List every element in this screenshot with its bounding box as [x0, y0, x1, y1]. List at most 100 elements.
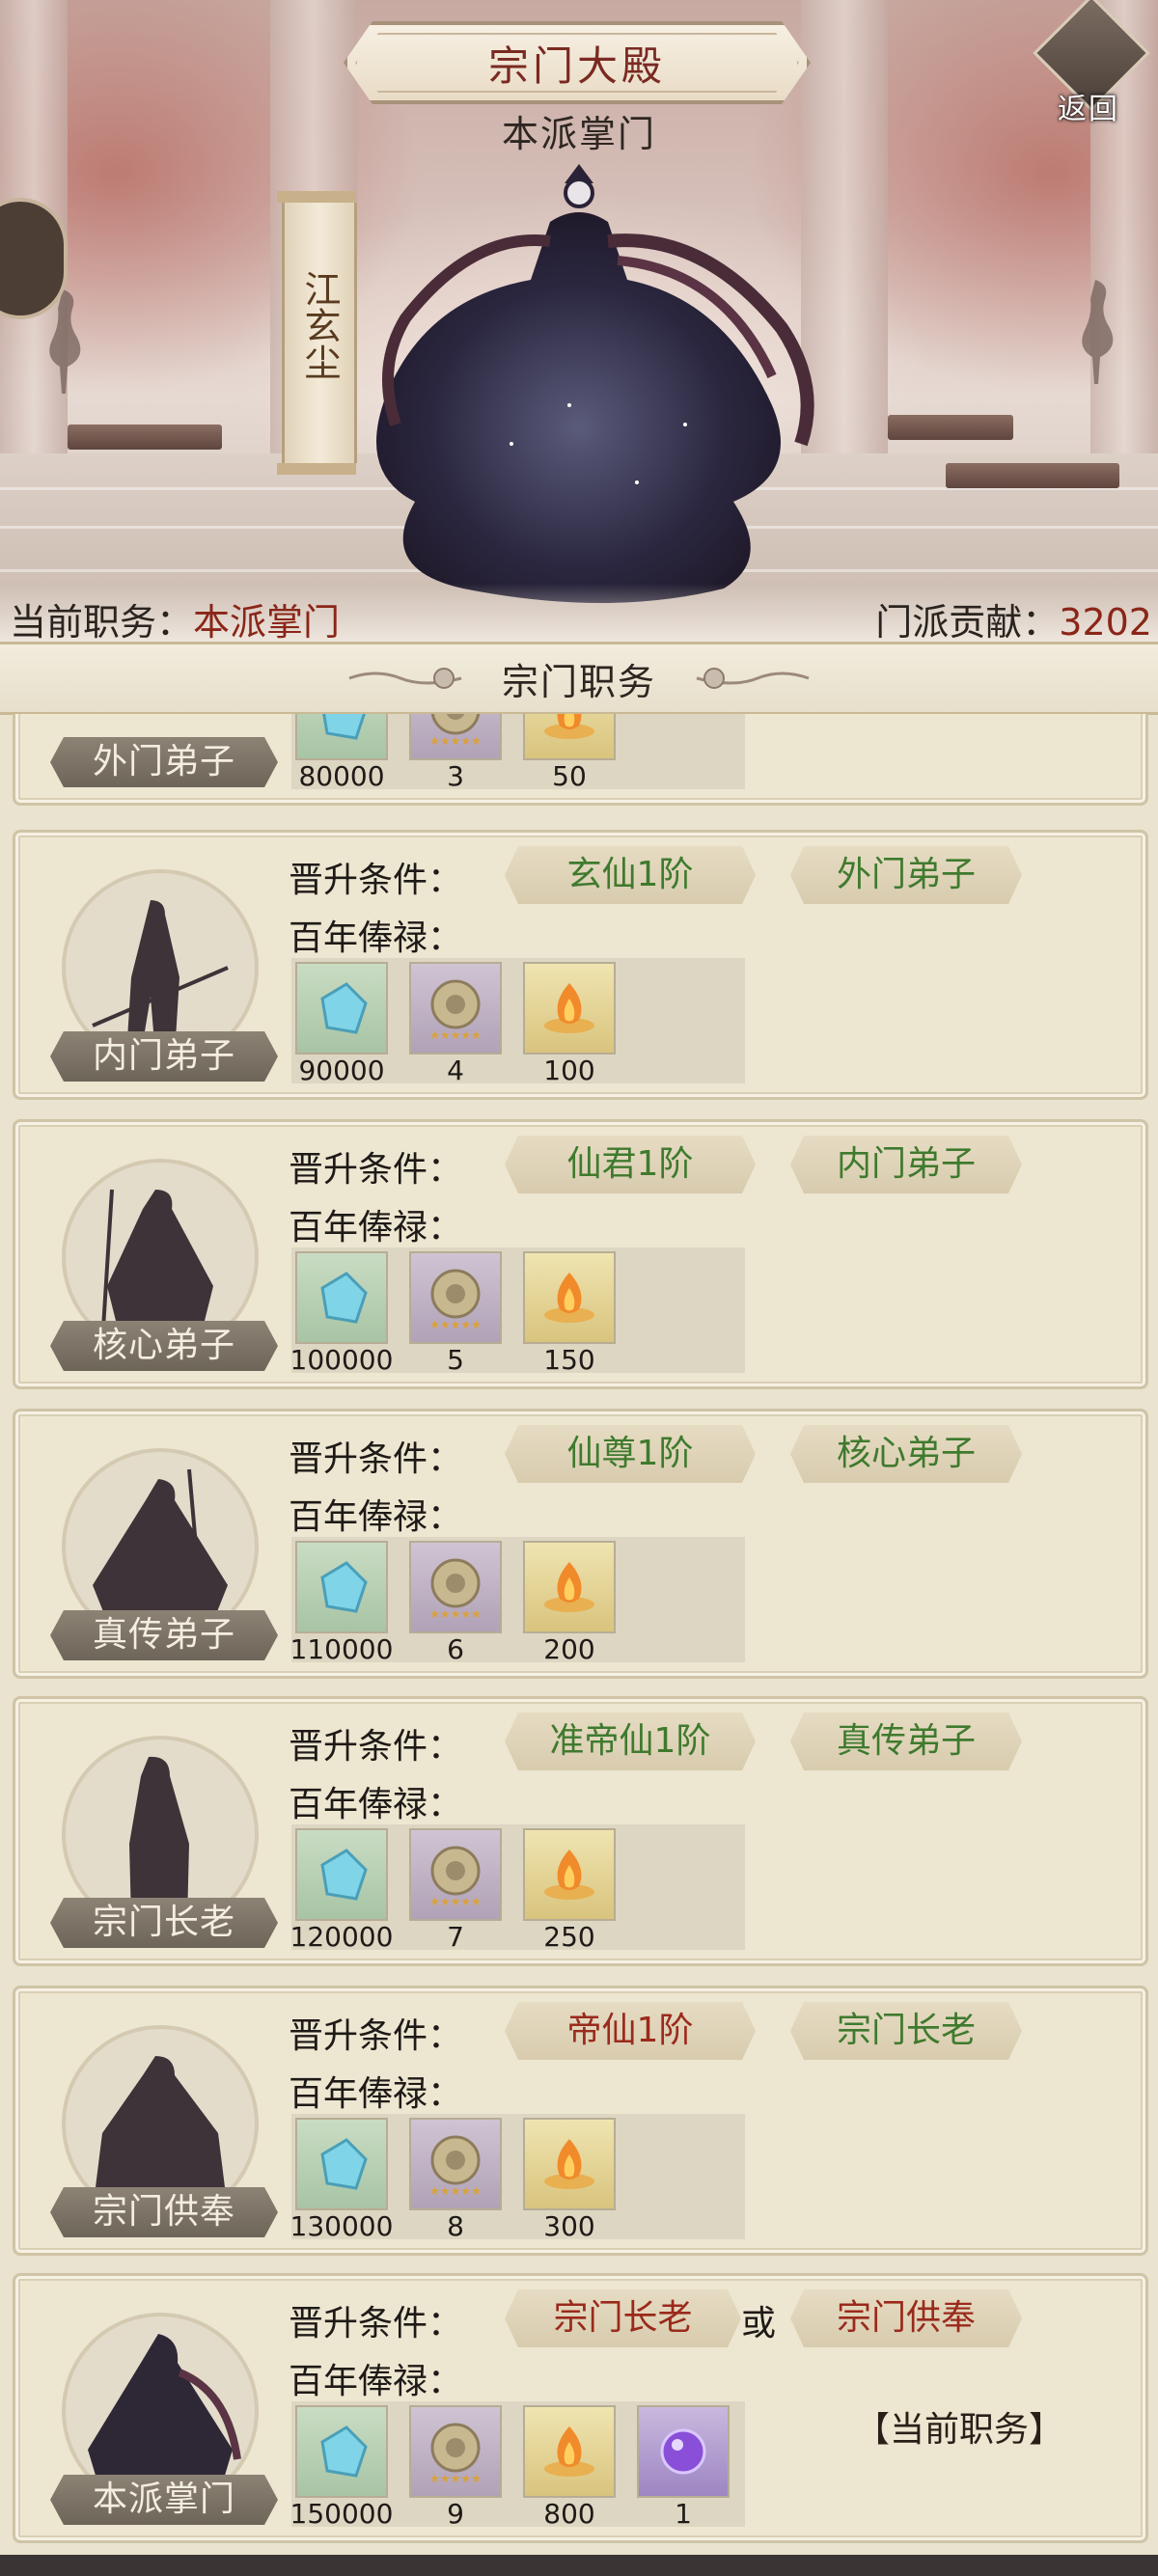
- cloud-ornament-icon: [696, 668, 810, 689]
- star-orb-icon[interactable]: ★★★★★: [409, 2405, 502, 2498]
- spirit-stone-icon[interactable]: [295, 1828, 388, 1921]
- salary-label: 百年俸禄：: [289, 1208, 463, 1247]
- reward-quantity: 150: [543, 1344, 595, 1376]
- requirement-tag: 玄仙1阶: [505, 846, 756, 904]
- current-position-value: 本派掌门: [193, 601, 341, 644]
- star-orb-icon[interactable]: ★★★★★: [409, 2118, 502, 2210]
- current-position-marker: 【当前职务】: [855, 2410, 1064, 2450]
- reward-quantity: 6: [447, 1633, 464, 1665]
- reward-quantity: 4: [447, 1055, 464, 1086]
- requirement-tag: 宗门长老: [790, 2002, 1022, 2060]
- requirement-tag: 内门弟子: [790, 1136, 1022, 1193]
- rank-card-outer-disciple[interactable]: 外门弟子 80000 ★★★★★ 3 50: [13, 714, 1148, 806]
- requirement-tag: 宗门供奉: [790, 2289, 1022, 2347]
- flame-icon[interactable]: [523, 962, 616, 1055]
- reward-quantity: 250: [543, 1921, 595, 1953]
- salary-rewards: 150000 ★★★★★ 9 800 1: [290, 2401, 745, 2530]
- salary-label: 百年俸禄：: [289, 2074, 463, 2114]
- page-title-banner: 宗门大殿: [344, 21, 811, 104]
- flame-icon[interactable]: [523, 2118, 616, 2210]
- promotion-condition-label: 晋升条件：: [289, 2304, 463, 2343]
- rank-card-sect-master[interactable]: 本派掌门 晋升条件： 宗门长老 或 宗门供奉 百年俸禄： 150000 ★★★★…: [13, 2273, 1148, 2543]
- salary-label: 百年俸禄：: [289, 918, 463, 958]
- requirement-tag: 仙君1阶: [505, 1136, 756, 1193]
- promotion-condition-label: 晋升条件：: [289, 1439, 463, 1479]
- rank-name: 宗门供奉: [50, 2187, 278, 2237]
- spirit-stone-icon[interactable]: [295, 1251, 388, 1344]
- leader-portrait: [376, 164, 814, 603]
- rank-card-true-disciple[interactable]: 真传弟子 晋升条件： 仙尊1阶 核心弟子 百年俸禄： 110000 ★★★★★ …: [13, 1409, 1148, 1679]
- rank-name: 真传弟子: [50, 1610, 278, 1660]
- reward-quantity: 300: [543, 2210, 595, 2242]
- star-orb-icon[interactable]: ★★★★★: [409, 1828, 502, 1921]
- requirement-tag: 帝仙1阶: [505, 2002, 756, 2060]
- star-orb-icon[interactable]: ★★★★★: [409, 1541, 502, 1633]
- purple-orb-icon[interactable]: [637, 2405, 730, 2498]
- salary-rewards: 100000 ★★★★★ 5 150: [290, 1247, 745, 1376]
- or-separator: 或: [741, 2304, 777, 2343]
- star-orb-icon[interactable]: ★★★★★: [409, 962, 502, 1055]
- reward-quantity: 120000: [290, 1921, 394, 1953]
- rank-name: 核心弟子: [50, 1321, 278, 1371]
- flame-icon[interactable]: [523, 1541, 616, 1633]
- svg-text:★★★★★: ★★★★★: [429, 1318, 482, 1331]
- salary-rewards: 90000 ★★★★★ 4 100: [291, 958, 745, 1086]
- section-title: 宗门职务: [501, 660, 656, 703]
- svg-text:★★★★★: ★★★★★: [429, 1028, 482, 1042]
- reward-quantity: 100: [543, 1055, 595, 1086]
- leader-role-title: 本派掌门: [501, 113, 656, 155]
- spirit-stone-icon[interactable]: [295, 1541, 388, 1633]
- flame-icon[interactable]: [523, 2405, 616, 2498]
- rank-card-sect-patron[interactable]: 宗门供奉 晋升条件： 帝仙1阶 宗门长老 百年俸禄： 130000 ★★★★★ …: [13, 1986, 1148, 2256]
- section-header: 宗门职务: [0, 642, 1158, 715]
- rank-name: 内门弟子: [50, 1031, 278, 1082]
- spirit-stone-icon[interactable]: [295, 962, 388, 1055]
- reward-quantity: 5: [447, 1344, 464, 1376]
- side-nav-icon[interactable]: [0, 198, 68, 319]
- requirement-tag: 外门弟子: [790, 846, 1022, 904]
- salary-label: 百年俸禄：: [289, 1785, 463, 1824]
- reward-quantity: 7: [447, 1921, 464, 1953]
- svg-text:★★★★★: ★★★★★: [429, 1607, 482, 1621]
- rank-card-core-disciple[interactable]: 核心弟子 晋升条件： 仙君1阶 内门弟子 百年俸禄： 100000 ★★★★★ …: [13, 1119, 1148, 1389]
- leader-name: 江玄尘: [298, 270, 341, 380]
- spirit-stone-icon[interactable]: [295, 2405, 388, 2498]
- cloud-ornament-icon: [348, 668, 462, 689]
- sect-contribution-value: 3202: [1059, 601, 1152, 644]
- spirit-stone-icon[interactable]: [295, 2118, 388, 2210]
- flame-icon[interactable]: [523, 1251, 616, 1344]
- promotion-condition-label: 晋升条件：: [289, 1150, 463, 1190]
- salary-rewards: 110000 ★★★★★ 6 200: [290, 1537, 745, 1665]
- rank-card-inner-disciple[interactable]: 内门弟子 晋升条件： 玄仙1阶 外门弟子 百年俸禄： 90000 ★★★★★ 4…: [13, 830, 1148, 1100]
- flame-icon[interactable]: [523, 1828, 616, 1921]
- page-title: 宗门大殿: [487, 41, 666, 90]
- svg-text:★★★★★: ★★★★★: [429, 2472, 482, 2485]
- reward-quantity: 9: [447, 2498, 464, 2530]
- bench: [888, 415, 1013, 440]
- bottom-edge: [0, 2555, 1158, 2576]
- sect-contribution: 门派贡献：3202: [875, 601, 1152, 644]
- requirement-tag: 真传弟子: [790, 1713, 1022, 1770]
- reward-quantity: 50: [552, 760, 587, 792]
- requirement-tag: 宗门长老: [505, 2289, 741, 2347]
- star-orb-icon[interactable]: ★★★★★: [409, 1251, 502, 1344]
- reward-quantity: 130000: [290, 2210, 394, 2242]
- rank-name: 宗门长老: [50, 1898, 278, 1948]
- svg-text:★★★★★: ★★★★★: [429, 734, 482, 748]
- star-orb-icon[interactable]: ★★★★★: [409, 714, 502, 760]
- rank-list[interactable]: 外门弟子 80000 ★★★★★ 3 50 内门弟子 晋升条件： 玄仙1阶 外门…: [0, 714, 1158, 2576]
- reward-quantity: 90000: [298, 1055, 385, 1086]
- flame-icon[interactable]: [523, 714, 616, 760]
- reward-quantity: 1: [675, 2498, 692, 2530]
- spirit-stone-icon[interactable]: [295, 714, 388, 760]
- requirement-tag: 仙尊1阶: [505, 1425, 756, 1483]
- requirement-tag: 准帝仙1阶: [505, 1713, 756, 1770]
- promotion-condition-label: 晋升条件：: [289, 1727, 463, 1767]
- rank-card-elder[interactable]: 宗门长老 晋升条件： 准帝仙1阶 真传弟子 百年俸禄： 120000 ★★★★★…: [13, 1696, 1148, 1966]
- svg-text:★★★★★: ★★★★★: [429, 2184, 482, 2198]
- salary-rewards: 120000 ★★★★★ 7 250: [290, 1824, 745, 1953]
- hall-scene: 宗门大殿 返回 本派掌门 江玄尘: [0, 0, 1158, 642]
- salary-label: 百年俸禄：: [289, 1497, 463, 1537]
- rank-name: 外门弟子: [50, 737, 278, 787]
- promotion-condition-label: 晋升条件：: [289, 861, 463, 900]
